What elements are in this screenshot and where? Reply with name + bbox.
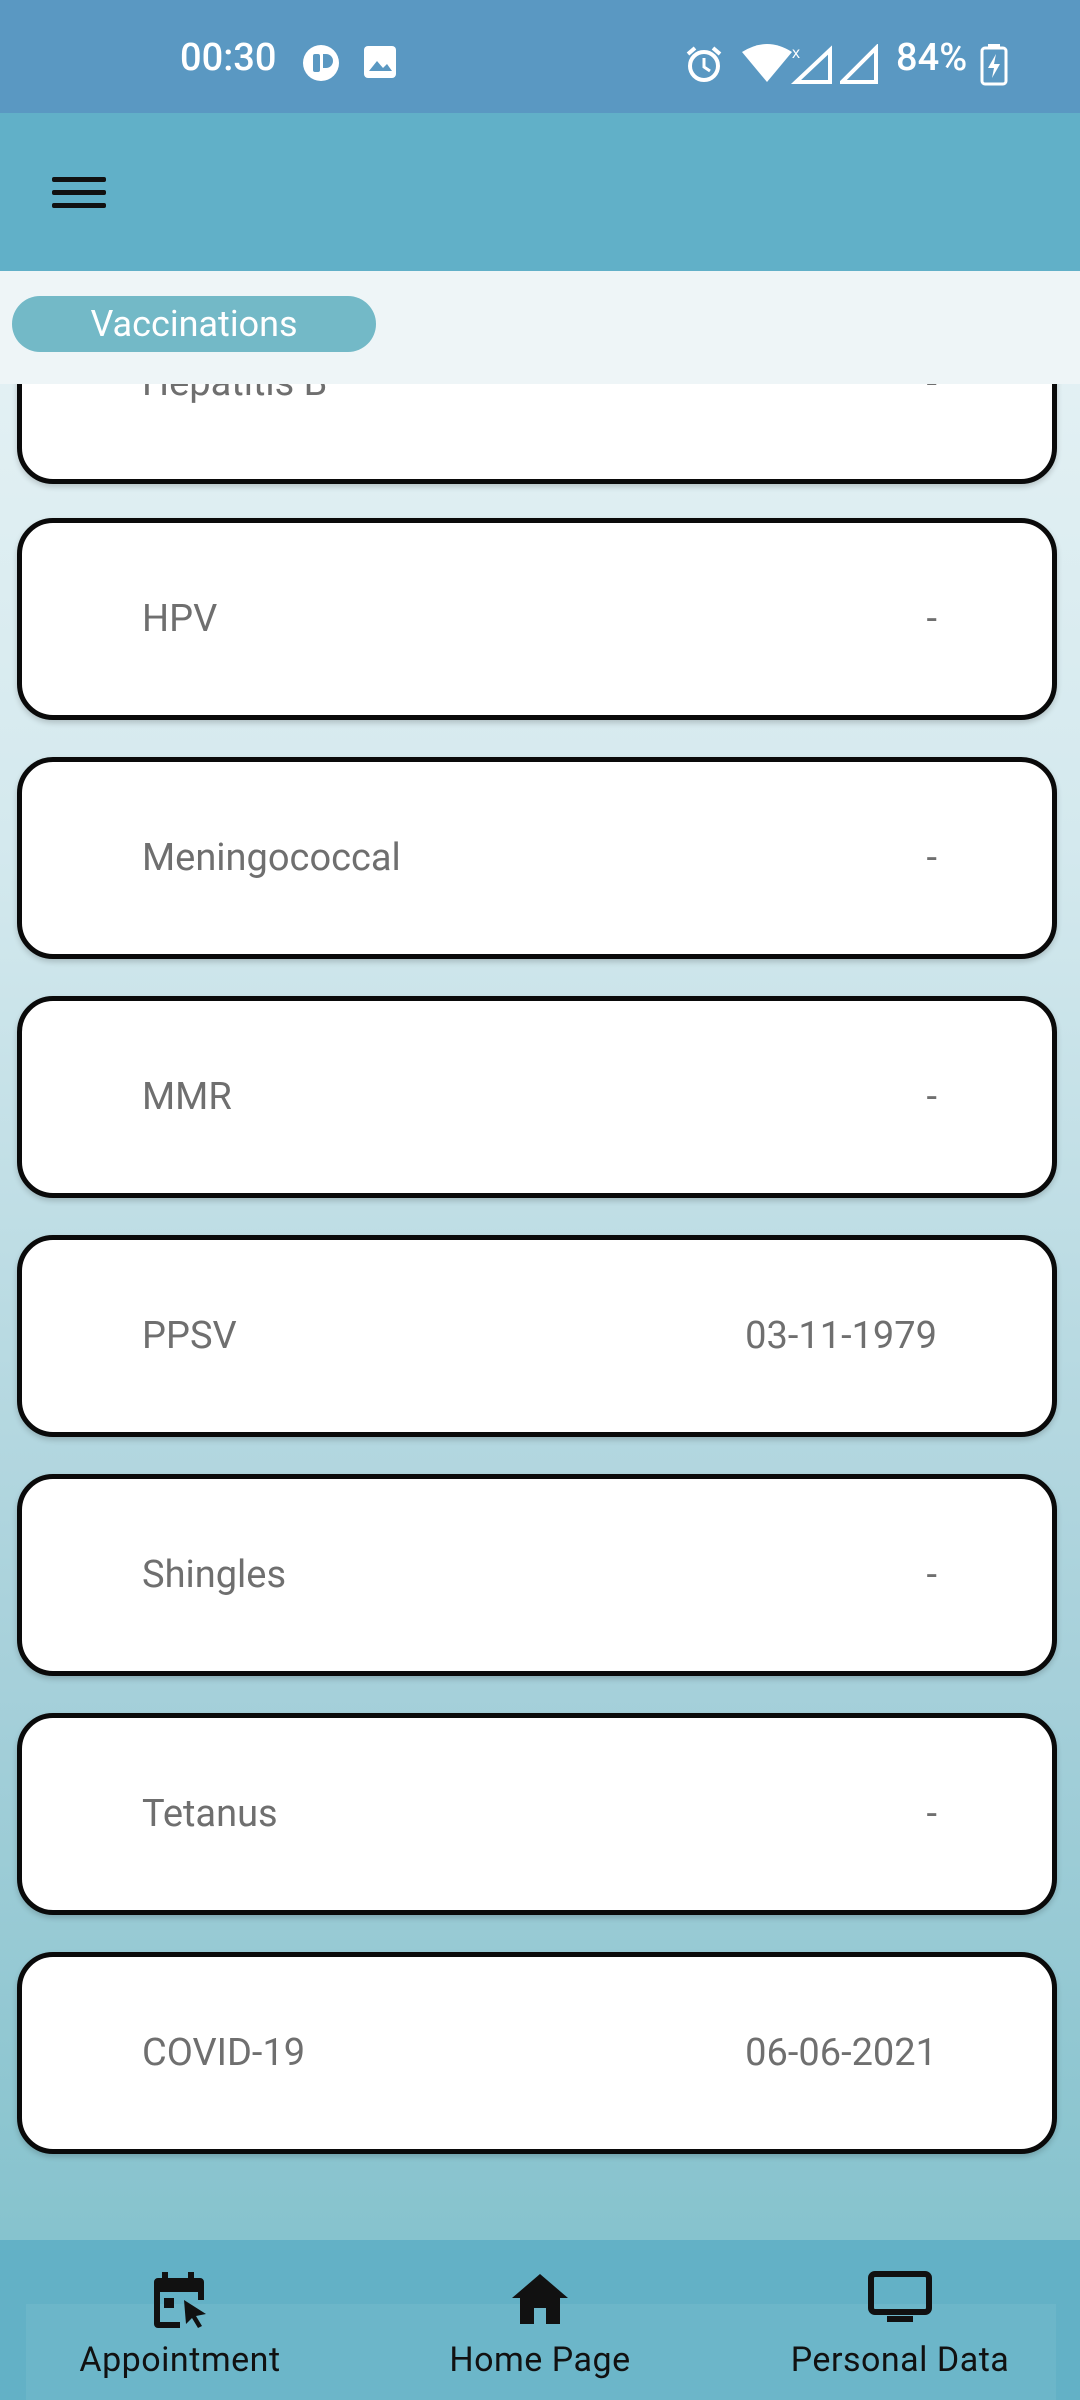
vaccination-card[interactable]: PPSV 03-11-1979	[17, 1235, 1057, 1437]
section-title-chip: Vaccinations	[12, 296, 376, 352]
vaccination-card[interactable]: HPV -	[17, 518, 1057, 720]
status-bar: 00:30 x 84%	[0, 0, 1080, 113]
vaccine-date: 03-11-1979	[745, 1314, 937, 1358]
vaccine-name: Tetanus	[142, 1792, 278, 1836]
app-bar	[0, 113, 1080, 271]
vaccine-name: MMR	[142, 1075, 232, 1119]
vaccination-list[interactable]: Hepatitis B - HPV - Meningococcal - MMR …	[0, 384, 1080, 2234]
nav-appointment[interactable]: Appointment	[30, 2240, 330, 2400]
vaccine-name: COVID-19	[142, 2031, 306, 2075]
monitor-icon	[868, 2271, 932, 2322]
alarm-icon	[686, 46, 722, 82]
app-notification-icon	[303, 45, 339, 81]
hamburger-menu-icon[interactable]	[40, 163, 120, 223]
image-notification-icon	[364, 46, 396, 78]
vaccine-name: Meningococcal	[142, 836, 401, 880]
vaccine-date: -	[926, 384, 937, 479]
home-icon	[512, 2274, 568, 2324]
vaccine-date: -	[926, 597, 937, 641]
cell-signal-icon	[840, 44, 878, 84]
nav-personal-data-label: Personal Data	[790, 2340, 1010, 2380]
vaccine-date: -	[926, 1075, 937, 1119]
svg-text:x: x	[792, 45, 800, 62]
nav-home-page[interactable]: Home Page	[390, 2240, 690, 2400]
calendar-icon	[154, 2272, 206, 2328]
vaccination-card[interactable]: Tetanus -	[17, 1713, 1057, 1915]
vaccine-name: PPSV	[142, 1314, 237, 1358]
vaccine-date: -	[926, 1553, 937, 1597]
vaccination-card[interactable]: COVID-19 06-06-2021	[17, 1952, 1057, 2154]
nav-appointment-label: Appointment	[79, 2340, 281, 2380]
vaccine-name: HPV	[142, 597, 218, 641]
nav-home-page-label: Home Page	[449, 2340, 631, 2380]
vaccine-name: Shingles	[142, 1553, 287, 1597]
vaccination-card[interactable]: Meningococcal -	[17, 757, 1057, 959]
battery-percent: 84%	[896, 36, 968, 80]
wifi-icon	[742, 44, 792, 82]
nav-personal-data[interactable]: Personal Data	[750, 2240, 1050, 2400]
vaccination-card[interactable]: Hepatitis B -	[17, 384, 1057, 484]
vaccine-name: Hepatitis B	[142, 384, 327, 479]
section-header: Vaccinations	[0, 271, 1080, 384]
bottom-navigation: Appointment Home Page Personal Data	[0, 2240, 1080, 2400]
vaccination-card[interactable]: MMR -	[17, 996, 1057, 1198]
status-time: 00:30	[180, 36, 277, 80]
battery-charging-icon	[980, 44, 1008, 86]
vaccination-card[interactable]: Shingles -	[17, 1474, 1057, 1676]
cell-signal-x-icon: x	[790, 45, 832, 84]
vaccine-date: -	[926, 836, 937, 880]
vaccine-date: -	[926, 1792, 937, 1836]
vaccine-date: 06-06-2021	[745, 2031, 937, 2075]
